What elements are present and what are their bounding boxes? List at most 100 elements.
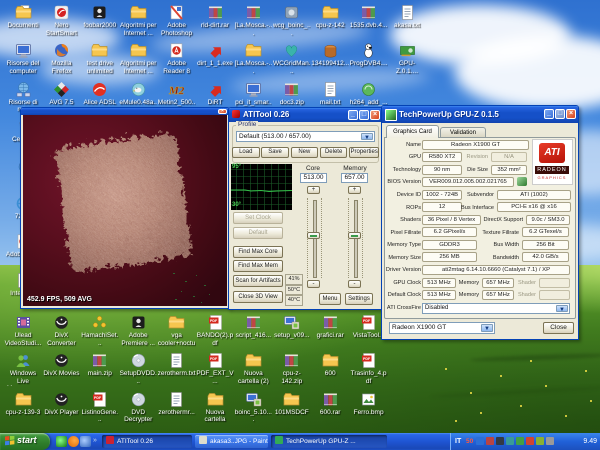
- memory-minus-button[interactable]: -: [348, 280, 361, 288]
- desktop-icon-vga-cooler-noctua[interactable]: vga cooler+noctua: [158, 314, 196, 348]
- core-minus-button[interactable]: -: [307, 280, 320, 288]
- default-button[interactable]: Default: [233, 227, 283, 239]
- desktop-icon-cpu-z-142-zip[interactable]: cpu-z-142.zip: [273, 352, 311, 385]
- tray-icon[interactable]: [526, 437, 534, 445]
- close-icon[interactable]: ×: [370, 110, 380, 120]
- tray-icon[interactable]: [476, 437, 484, 445]
- tray-icon[interactable]: [506, 437, 514, 445]
- desktop-icon-algoritmi-per-internet-[interactable]: Algoritmi per Internet ...: [119, 42, 157, 75]
- settings-button[interactable]: Settings: [345, 293, 373, 305]
- load-button[interactable]: Load: [232, 147, 260, 158]
- chevron-down-icon[interactable]: ▼: [361, 133, 373, 140]
- desktop-icon-adobe-premiere-[interactable]: Adobe Premiere ...: [119, 314, 157, 347]
- new-button[interactable]: New: [291, 147, 319, 158]
- desktop-icon-dirt[interactable]: DiRT: [196, 81, 234, 107]
- gpuz-titlebar[interactable]: TechPowerUp GPU-Z 0.1.5 _ □ ×: [382, 106, 578, 123]
- minimize-icon[interactable]: _: [348, 110, 358, 120]
- desktop-icon-134199412-[interactable]: 134199412...: [311, 42, 349, 68]
- tray-icon[interactable]: [546, 437, 554, 445]
- maximize-icon[interactable]: □: [359, 110, 369, 120]
- 3d-view-titlebar[interactable]: ×: [21, 108, 229, 115]
- save-button[interactable]: Save: [261, 147, 289, 158]
- temperature-tray-text[interactable]: 50: [466, 438, 473, 445]
- memory-slider-handle[interactable]: [348, 232, 361, 239]
- desktop-icon-gpu-z-0-1-[interactable]: GPU-Z.0.1....: [388, 42, 426, 75]
- taskbar-task-techpowerup-gpu-z-[interactable]: TechPowerUp GPU-Z ...: [271, 435, 387, 448]
- close-button[interactable]: Close: [543, 322, 574, 334]
- desktop-icon-divx-movies[interactable]: DivX Movies: [42, 352, 80, 378]
- desktop-icon-windows-live-messenger[interactable]: Windows Live Messenger: [4, 352, 42, 386]
- desktop-icon-mail-txt[interactable]: mail.txt: [311, 81, 349, 107]
- desktop-icon-trasinfo-4-pdf[interactable]: PDFTrasinfo_4.pdf: [350, 352, 388, 385]
- desktop-icon-zerotherm-txt[interactable]: zerotherm.txt: [158, 352, 196, 378]
- desktop-icon-ulead-videostudi-[interactable]: Ulead VideoStudi...: [4, 314, 42, 347]
- minimize-icon[interactable]: _: [544, 109, 554, 119]
- desktop-icon-h264-add-[interactable]: h264_add_...: [350, 81, 388, 107]
- tray-icon[interactable]: [496, 437, 504, 445]
- core-plus-button[interactable]: +: [307, 186, 320, 194]
- taskbar-task-akasa3-jpg-paint[interactable]: akasa3..JPG - Paint: [195, 435, 268, 448]
- desktop-icon--la-mosca-[interactable]: [La.Mosca.-...: [234, 42, 272, 75]
- desktop-icon-bando-2-pdf[interactable]: PDFBANDO(2).pdf: [196, 314, 234, 347]
- desktop-icon-600-rar[interactable]: 600.rar: [311, 391, 349, 417]
- menu-button[interactable]: Menu: [319, 293, 341, 305]
- desktop-icon-zerothermr-[interactable]: zerothermr...: [158, 391, 196, 417]
- tray-icon[interactable]: [536, 437, 544, 445]
- delete-button[interactable]: Delete: [320, 147, 348, 158]
- language-indicator[interactable]: IT: [455, 438, 461, 445]
- start-button[interactable]: start: [0, 433, 50, 450]
- desktop-icon-boinc-5-10-[interactable]: boinc_5.10....: [234, 391, 272, 424]
- taskbar-task-atitool-0-26[interactable]: ATITool 0.26: [102, 435, 192, 448]
- desktop-icon-mozilla-firefox[interactable]: Mozilla Firefox: [42, 42, 80, 75]
- desktop-icon-nuova-cartella[interactable]: Nuova cartella: [196, 391, 234, 424]
- chevron-down-icon[interactable]: ▼: [556, 305, 568, 312]
- desktop-icon-dvd-decrypter[interactable]: DVD Decrypter: [119, 391, 157, 424]
- desktop-icon-divx-converter[interactable]: DivX Converter: [42, 314, 80, 347]
- tray-icon[interactable]: [516, 437, 524, 445]
- desktop-icon-nero-startsmart[interactable]: Nero StartSmart: [42, 4, 80, 37]
- desktop-icon-adobe-reader-8[interactable]: Adobe Reader 8: [158, 42, 196, 75]
- desktop-icon-akasa-txt[interactable]: akasa.txt: [388, 4, 426, 30]
- desktop-icon-script-416-[interactable]: script_416...: [234, 314, 272, 340]
- desktop-icon-nuova-cartella-2-[interactable]: Nuova cartella (2): [234, 352, 272, 385]
- close-icon[interactable]: ×: [218, 109, 227, 114]
- desktop-icon-600[interactable]: 600: [311, 352, 349, 378]
- quicklaunch-overflow-chevron[interactable]: »: [93, 437, 97, 444]
- chevron-down-icon[interactable]: ▼: [481, 324, 493, 332]
- properties-button[interactable]: Properties: [349, 147, 379, 158]
- set-clock-button[interactable]: Set Clock: [233, 212, 283, 224]
- memory-slider-track[interactable]: [354, 200, 358, 278]
- desktop-icon-hamachiset-[interactable]: HamachiSet...: [81, 314, 119, 347]
- internet-explorer-quicklaunch-icon[interactable]: [80, 436, 91, 447]
- desktop-icon-risorse-del-computer[interactable]: Risorse del computer: [4, 42, 42, 75]
- profile-combobox[interactable]: Default (513.00 / 657.00) ▼: [236, 131, 375, 142]
- desktop-icon--la-mosca-[interactable]: [La.Mosca.-...: [234, 4, 272, 37]
- gpu-select-combobox[interactable]: Radeon X1900 GT ▼: [389, 322, 495, 334]
- desktop-icon-avg-7-5[interactable]: AVG 7.5: [42, 81, 80, 107]
- firefox-quicklaunch-icon[interactable]: [68, 436, 79, 447]
- hamachi-quicklaunch-icon[interactable]: [56, 436, 67, 447]
- close-icon[interactable]: ×: [566, 109, 576, 119]
- find-max-core-button[interactable]: Find Max Core: [233, 246, 283, 258]
- atitool-titlebar[interactable]: ATITool 0.26 _ □ ×: [229, 108, 382, 122]
- tab-graphics-card[interactable]: Graphics Card: [386, 125, 439, 138]
- desktop-icon-pdf-ext-v-[interactable]: PDFPDF_EXT_V...: [196, 352, 234, 385]
- desktop-icon-doc3-zip[interactable]: doc3.zip: [273, 81, 311, 107]
- memory-clock-field[interactable]: 657.00: [341, 173, 368, 183]
- desktop-icon-divx-player[interactable]: DivX Player: [42, 391, 80, 417]
- desktop-icon-setup-v09-[interactable]: setup_v09...: [273, 314, 311, 340]
- desktop-icon-adobe-photoshop-[interactable]: Adobe Photoshop ...: [158, 4, 196, 38]
- core-clock-field[interactable]: 513.00: [300, 173, 327, 183]
- desktop-icon-1535-dvb-4-[interactable]: 1535.dvb.4...: [350, 4, 388, 30]
- scan-for-artifacts-button[interactable]: Scan for Artifacts: [233, 275, 283, 287]
- desktop-icon-wcgridman-[interactable]: WCGridMan...: [273, 42, 311, 75]
- desktop-icon-listinogene-[interactable]: PDFListinoGene...: [81, 391, 119, 424]
- find-max-mem-button[interactable]: Find Max Mem: [233, 260, 283, 272]
- desktop-icon-grafici-rar[interactable]: grafici.rar: [311, 314, 349, 340]
- tray-icon[interactable]: [486, 437, 494, 445]
- ati-crossfire-combobox[interactable]: Disabled▼: [422, 303, 570, 314]
- desktop-icon-test-drive-unlimited-crack[interactable]: test drive unlimited crack: [81, 42, 119, 76]
- desktop-icon-ferro-bmp[interactable]: Ferro.bmp: [350, 391, 388, 417]
- core-slider-track[interactable]: [313, 200, 317, 278]
- desktop-icon-cpu-z-142[interactable]: cpu-z-142: [311, 4, 349, 30]
